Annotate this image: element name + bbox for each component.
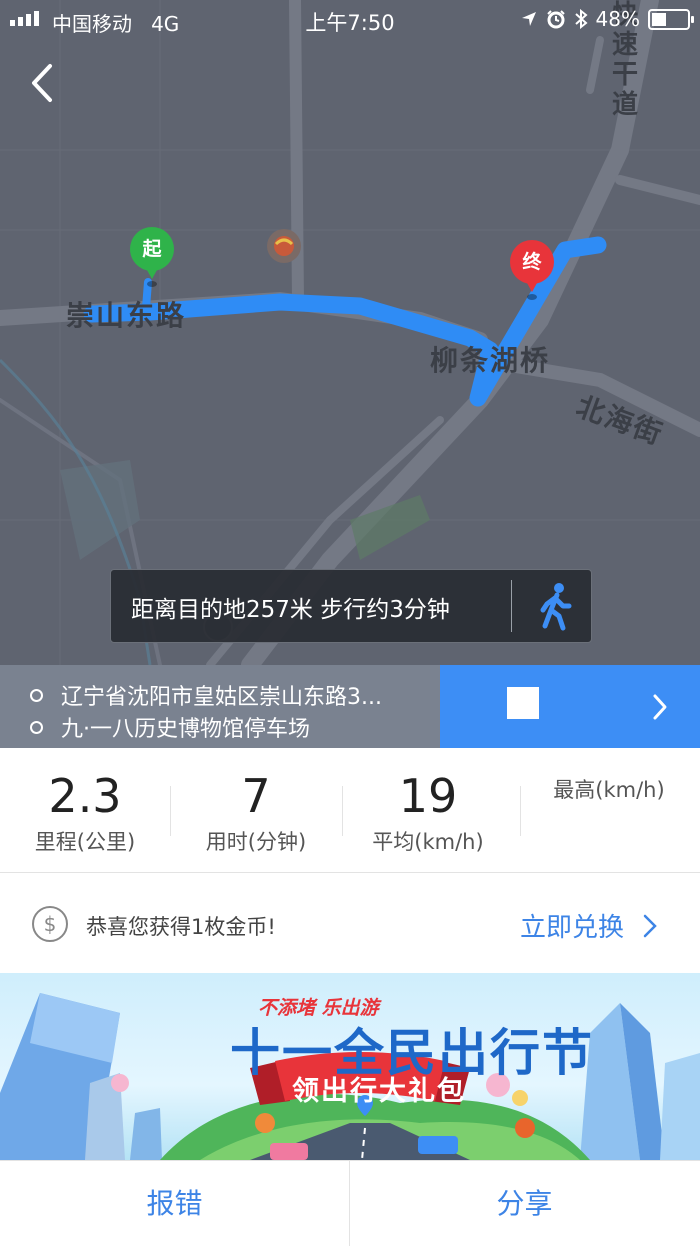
report-error-button[interactable]: 报错 bbox=[0, 1161, 349, 1246]
route-destination: 九·一八历史博物馆停车场 bbox=[30, 711, 310, 743]
origin-text: 辽宁省沈阳市皇姑区崇山东路3... bbox=[61, 685, 382, 710]
stat-label: 里程(公里) bbox=[34, 830, 136, 854]
bottom-action-bar: 报错 分享 bbox=[0, 1160, 700, 1246]
distance-text: 距离目的地257米 步行约3分钟 bbox=[131, 597, 450, 623]
trip-stats: 2.3 里程(公里) 7 用时(分钟) 19 平均(km/h) 最高(km/h) bbox=[0, 748, 700, 873]
stat-label: 用时(分钟) bbox=[205, 830, 307, 854]
stat-average-speed: 19 平均(km/h) bbox=[343, 770, 513, 856]
route-summary-bar[interactable]: 辽宁省沈阳市皇姑区崇山东路3... 九·一八历史博物馆停车场 bbox=[0, 665, 700, 748]
distance-info-box: 距离目的地257米 步行约3分钟 bbox=[110, 569, 592, 643]
chevron-right-icon[interactable] bbox=[650, 692, 670, 722]
walking-person-icon[interactable] bbox=[531, 580, 579, 632]
stat-label: 平均(km/h) bbox=[372, 830, 484, 854]
alarm-icon bbox=[546, 10, 565, 29]
stat-max-speed: 最高(km/h) bbox=[524, 770, 694, 804]
stat-distance: 2.3 里程(公里) bbox=[0, 770, 170, 856]
stat-value: 2.3 bbox=[48, 769, 122, 823]
reward-row: $ 恭喜您获得1枚金币! 立即兑换 bbox=[0, 873, 700, 973]
destination-dot-icon bbox=[30, 720, 43, 734]
redeem-label: 立即兑换 bbox=[520, 913, 625, 943]
back-button[interactable] bbox=[22, 58, 66, 108]
stat-value: 7 bbox=[241, 769, 271, 823]
status-bar: 中国移动 4G 上午7:50 48% bbox=[0, 0, 700, 40]
stop-button[interactable] bbox=[507, 687, 539, 719]
end-marker[interactable]: 终 bbox=[510, 240, 554, 302]
battery-icon bbox=[648, 8, 694, 30]
start-marker[interactable]: 起 bbox=[130, 227, 174, 289]
stat-duration: 7 用时(分钟) bbox=[171, 770, 341, 856]
map-view[interactable]: 崇山东路 柳条湖桥 北海街 快速干道 起 终 中国移动 4G 上午7:50 48… bbox=[0, 0, 700, 665]
location-arrow-icon bbox=[521, 12, 536, 26]
coin-icon: $ bbox=[32, 906, 68, 942]
stat-label: 最高(km/h) bbox=[553, 778, 665, 802]
origin-dot-icon bbox=[30, 688, 43, 702]
bridge-label: 柳条湖桥 bbox=[430, 344, 551, 377]
reward-text: 恭喜您获得1枚金币! bbox=[86, 915, 276, 939]
destination-text: 九·一八历史博物馆停车场 bbox=[61, 717, 310, 742]
road-label: 崇山东路 bbox=[66, 299, 187, 332]
bluetooth-icon bbox=[574, 9, 588, 29]
redeem-button[interactable]: 立即兑换 bbox=[520, 907, 658, 944]
route-origin: 辽宁省沈阳市皇姑区崇山东路3... bbox=[30, 679, 382, 711]
banner-ribbon-text: 领出行大礼包 bbox=[292, 1076, 466, 1107]
share-button[interactable]: 分享 bbox=[350, 1161, 699, 1246]
promo-banner[interactable]: 不添堵 乐出游 十一全民出行节 领出行大礼包 bbox=[0, 973, 700, 1160]
stat-value: 19 bbox=[398, 769, 458, 823]
battery-percent: 48% bbox=[595, 7, 640, 31]
chevron-right-icon bbox=[643, 914, 657, 937]
